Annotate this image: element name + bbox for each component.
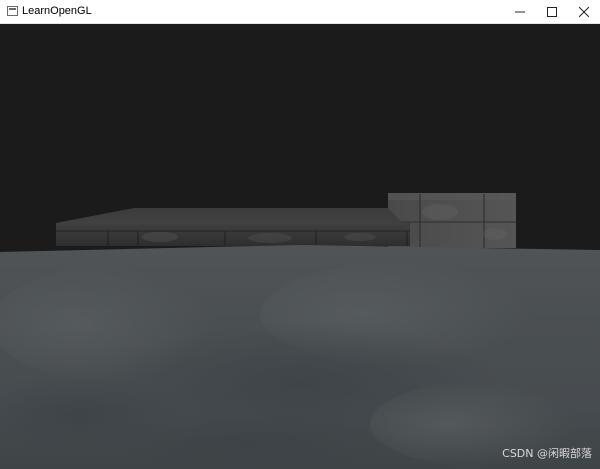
maximize-icon	[547, 6, 557, 17]
close-icon	[579, 6, 589, 17]
window-controls	[504, 0, 600, 23]
title-bar[interactable]: LearnOpenGL	[0, 0, 600, 24]
close-button[interactable]	[568, 0, 600, 23]
floor-plane	[0, 245, 600, 469]
app-window-icon	[7, 6, 18, 16]
minimize-button[interactable]	[504, 0, 536, 23]
marble-cube-left	[56, 208, 410, 246]
watermark-text: CSDN @闲暇部落	[502, 447, 592, 460]
maximize-button[interactable]	[536, 0, 568, 23]
opengl-viewport[interactable]: CSDN @闲暇部落	[0, 24, 600, 469]
rendered-scene	[0, 24, 600, 469]
application-window: LearnOpenGL CSDN @闲暇部落	[0, 0, 600, 469]
window-title: LearnOpenGL	[22, 5, 92, 17]
minimize-icon	[515, 11, 525, 12]
